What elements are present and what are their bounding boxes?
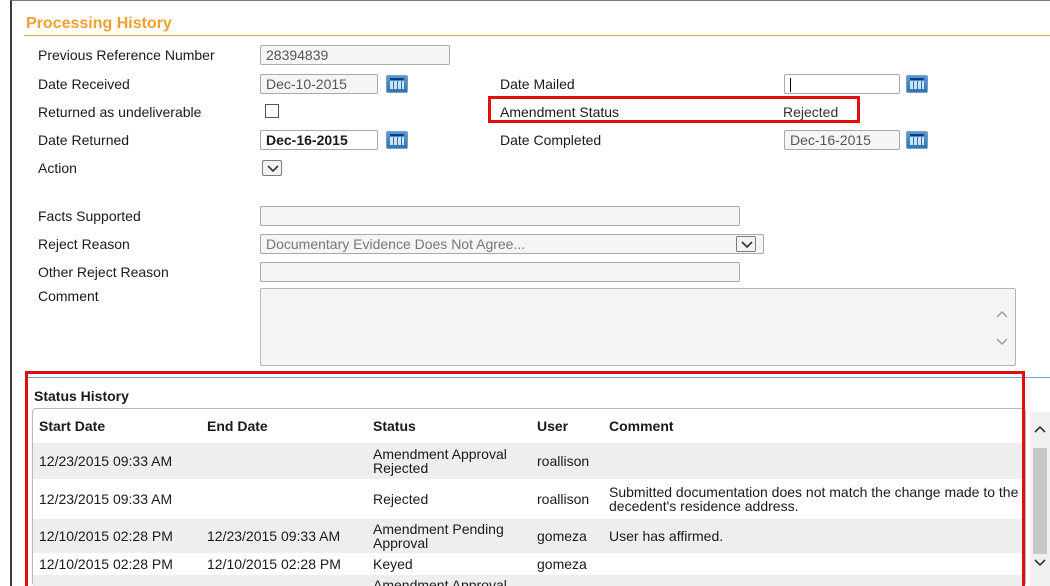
date-received-field[interactable]: Dec-10-2015 xyxy=(260,74,378,94)
chevron-up-icon[interactable] xyxy=(1033,424,1047,434)
previous-reference-number-label: Previous Reference Number xyxy=(38,47,215,63)
calendar-icon[interactable] xyxy=(386,75,408,93)
reject-reason-value: Documentary Evidence Does Not Agree... xyxy=(266,236,526,252)
comment-textarea[interactable] xyxy=(260,288,1016,366)
reject-reason-dropdown-button[interactable] xyxy=(736,236,756,252)
reject-reason-select[interactable]: Documentary Evidence Does Not Agree... xyxy=(260,234,764,254)
calendar-icon[interactable] xyxy=(906,75,928,93)
date-completed-label: Date Completed xyxy=(500,132,602,148)
status-history-scrollbar[interactable] xyxy=(1030,412,1050,586)
action-label: Action xyxy=(38,160,77,176)
previous-reference-number-field[interactable]: 28394839 xyxy=(260,45,450,65)
scrollbar-thumb[interactable] xyxy=(1033,448,1047,554)
amendment-status-highlight xyxy=(488,96,860,123)
reject-reason-label: Reject Reason xyxy=(38,236,130,252)
title-divider xyxy=(24,35,1050,36)
calendar-icon[interactable] xyxy=(906,131,928,149)
chevron-down-icon xyxy=(741,241,753,249)
text-caret xyxy=(790,78,791,93)
chevron-down-icon[interactable] xyxy=(1033,558,1047,568)
chevron-down-icon[interactable] xyxy=(995,337,1009,347)
chevron-down-icon xyxy=(267,165,279,173)
calendar-icon[interactable] xyxy=(386,131,408,149)
action-dropdown[interactable] xyxy=(262,160,282,176)
comment-label: Comment xyxy=(38,288,99,304)
date-mailed-label: Date Mailed xyxy=(500,76,575,92)
panel-title: Processing History xyxy=(26,15,172,32)
date-completed-field[interactable]: Dec-16-2015 xyxy=(784,130,900,150)
other-reject-reason-field[interactable] xyxy=(260,262,740,282)
chevron-up-icon[interactable] xyxy=(995,309,1009,319)
returned-as-undeliverable-label: Returned as undeliverable xyxy=(38,104,202,120)
date-received-label: Date Received xyxy=(38,76,130,92)
date-returned-field[interactable]: Dec-16-2015 xyxy=(260,130,378,150)
date-mailed-field[interactable] xyxy=(784,74,900,94)
facts-supported-field[interactable] xyxy=(260,206,740,226)
status-history-highlight xyxy=(25,371,1025,586)
other-reject-reason-label: Other Reject Reason xyxy=(38,264,169,280)
facts-supported-label: Facts Supported xyxy=(38,208,141,224)
returned-as-undeliverable-checkbox[interactable] xyxy=(265,104,279,118)
date-returned-label: Date Returned xyxy=(38,132,130,148)
